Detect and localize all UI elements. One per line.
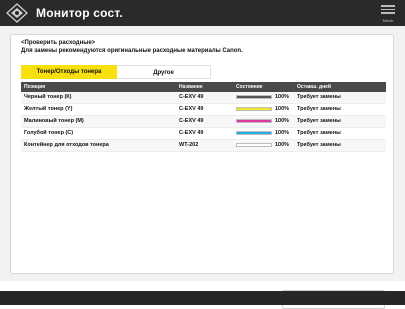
days-cell: Требует замены: [297, 106, 341, 112]
name-cell: WT-202: [179, 142, 199, 148]
item-cell: Голубой тонер (C): [24, 130, 74, 136]
level-fill: [237, 96, 271, 98]
heading-line-2: Для замены рекомендуются оригинальные ра…: [21, 48, 243, 54]
days-cell: Требует замены: [297, 118, 341, 124]
panel-heading: <Проверить расходные> Для замены рекомен…: [21, 39, 243, 55]
table-row: Желтый тонер (Y) C-EXV 49 100% Требует заме…: [21, 104, 386, 116]
name-cell: C-EXV 49: [179, 130, 204, 136]
level-percent: 100%: [275, 106, 290, 112]
window-title: Монитор сост.: [36, 6, 123, 20]
table-row: Черный тонер (К) C-EXV 49 100% Требует заме…: [21, 92, 386, 104]
item-cell: Черный тонер (К): [24, 94, 72, 100]
menu-icon: [381, 5, 395, 16]
tab-toner[interactable]: Тонер/Отходы тонера: [21, 65, 117, 79]
status-panel: <Проверить расходные> Для замены рекомен…: [10, 34, 394, 274]
col-status-header: Состояние: [236, 84, 263, 90]
col-days-header: Оставш. дней: [297, 84, 331, 90]
level-bar: [236, 131, 272, 135]
menu-button[interactable]: Меню: [376, 2, 400, 24]
menu-caption: Меню: [382, 18, 394, 23]
level-percent: 100%: [275, 142, 290, 148]
tab-other[interactable]: Другое: [117, 65, 211, 79]
level-fill: [237, 120, 271, 122]
level-fill: [237, 132, 271, 134]
table-row: Контейнер для отходов тонера WT-202 100% Тр…: [21, 140, 386, 152]
days-cell: Требует замены: [297, 130, 341, 136]
bottom-bar: [0, 291, 405, 305]
item-cell: Малиновый тонер (M): [24, 118, 84, 124]
level-percent: 100%: [275, 130, 290, 136]
days-cell: Требует замены: [297, 142, 341, 148]
item-cell: Желтый тонер (Y): [24, 106, 73, 112]
col-name-header: Название: [179, 84, 203, 90]
level-percent: 100%: [275, 118, 290, 124]
name-cell: C-EXV 49: [179, 118, 204, 124]
machine-logo-icon: [6, 3, 28, 23]
level-fill: [237, 108, 271, 110]
days-cell: Требует замены: [297, 94, 341, 100]
table-row: Малиновый тонер (M) C-EXV 49 100% Требует з…: [21, 116, 386, 128]
table-row: Голубой тонер (C) C-EXV 49 100% Требует зам…: [21, 128, 386, 140]
level-percent: 100%: [275, 94, 290, 100]
name-cell: C-EXV 49: [179, 106, 204, 112]
heading-line-1: <Проверить расходные>: [21, 40, 96, 46]
table-header: Позиция Название Состояние Оставш. дней: [21, 82, 386, 92]
consumables-table: Позиция Название Состояние Оставш. дней …: [21, 82, 386, 152]
title-bar: Монитор сост. Меню: [0, 0, 405, 26]
content-area: <Проверить расходные> Для замены рекомен…: [0, 26, 405, 309]
tab-bar: Тонер/Отходы тонера Другое: [21, 65, 211, 79]
item-cell: Контейнер для отходов тонера: [24, 142, 109, 148]
level-bar: [236, 107, 272, 111]
level-bar: [236, 119, 272, 123]
name-cell: C-EXV 49: [179, 94, 204, 100]
level-bar: [236, 143, 272, 147]
col-item-header: Позиция: [24, 84, 46, 90]
level-bar: [236, 95, 272, 99]
